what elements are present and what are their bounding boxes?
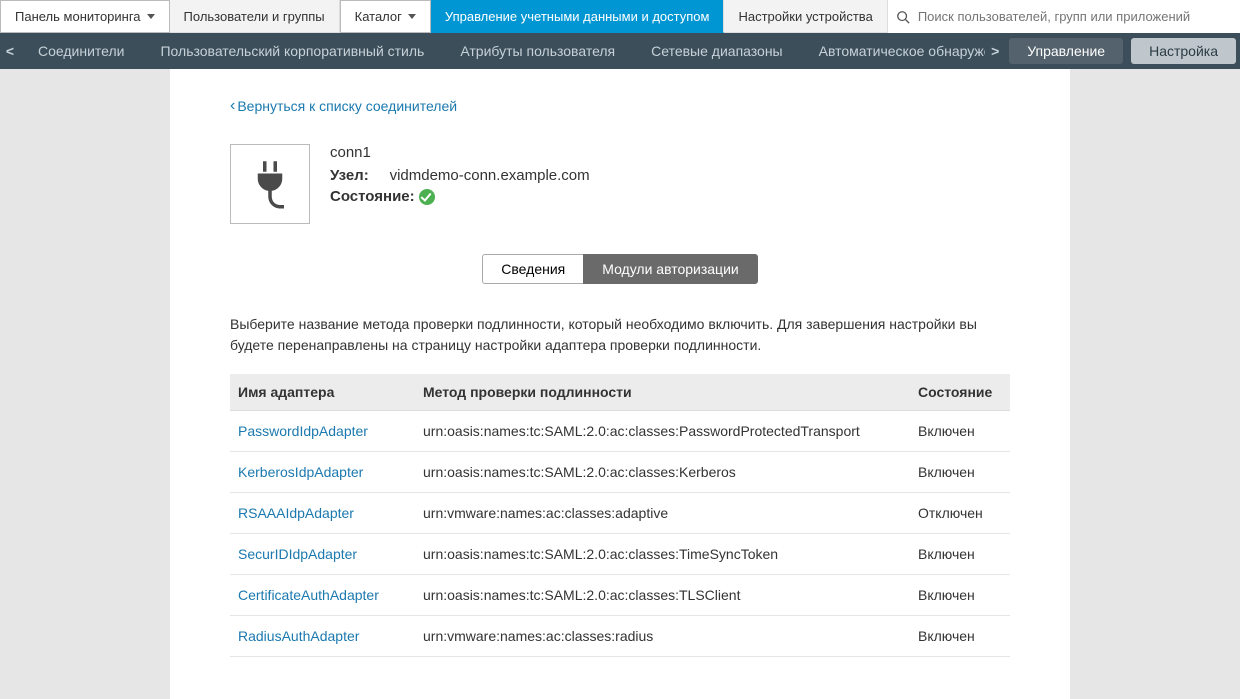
instructions-text: Выберите название метода проверки подлин… <box>230 314 1010 356</box>
plug-icon <box>242 156 298 212</box>
subnav-autodiscovery[interactable]: Автоматическое обнаружение <box>801 33 986 69</box>
top-tab-label: Управление учетными данными и доступом <box>445 9 710 24</box>
subnav-manage[interactable]: Управление <box>1009 38 1123 64</box>
chevron-left-icon: ‹ <box>230 98 235 114</box>
chevron-down-icon <box>147 14 155 19</box>
adapter-table: Имя адаптера Метод проверки подлинности … <box>230 374 1010 657</box>
tab-info[interactable]: Сведения <box>482 254 583 284</box>
subnav-configure[interactable]: Настройка <box>1131 38 1236 64</box>
adapter-link[interactable]: RadiusAuthAdapter <box>238 628 359 644</box>
search-container <box>888 0 1240 33</box>
top-tab-iam[interactable]: Управление учетными данными и доступом <box>431 0 725 33</box>
adapter-link[interactable]: RSAAAIdpAdapter <box>238 505 354 521</box>
adapter-method: urn:vmware:names:ac:classes:radius <box>415 616 910 657</box>
table-row: PasswordIdpAdapter urn:oasis:names:tc:SAM… <box>230 411 1010 452</box>
adapter-status: Включен <box>910 411 1010 452</box>
connector-icon <box>230 144 310 224</box>
table-row: SecurIDIdpAdapter urn:oasis:names:tc:SAML… <box>230 534 1010 575</box>
adapter-method: urn:oasis:names:tc:SAML:2.0:ac:classes:T… <box>415 575 910 616</box>
table-row: RadiusAuthAdapter urn:vmware:names:ac:cla… <box>230 616 1010 657</box>
status-ok-icon <box>419 189 435 205</box>
adapter-status: Включен <box>910 452 1010 493</box>
table-row: CertificateAuthAdapter urn:oasis:names:tc… <box>230 575 1010 616</box>
adapter-status: Включен <box>910 534 1010 575</box>
subnav-user-attrs[interactable]: Атрибуты пользователя <box>442 33 633 69</box>
subnav-scroll-right[interactable]: > <box>985 43 1005 59</box>
status-label: Состояние: <box>330 188 415 205</box>
top-tab-dashboard[interactable]: Панель мониторинга <box>0 0 170 33</box>
host-value: vidmdemo-conn.example.com <box>390 167 590 184</box>
top-tab-catalog[interactable]: Каталог <box>340 0 431 33</box>
adapter-status: Включен <box>910 616 1010 657</box>
adapter-link[interactable]: KerberosIdpAdapter <box>238 464 363 480</box>
page-content: ‹ Вернуться к списку соединителей conn1 … <box>170 69 1070 699</box>
detail-tabs: Сведения Модули авторизации <box>230 254 1010 284</box>
adapter-link[interactable]: SecurIDIdpAdapter <box>238 546 357 562</box>
host-label: Узел: <box>330 167 369 184</box>
top-tab-label: Пользователи и группы <box>184 9 325 24</box>
table-row: RSAAAIdpAdapter urn:vmware:names:ac:class… <box>230 493 1010 534</box>
top-tab-users[interactable]: Пользователи и группы <box>170 0 340 33</box>
adapter-status: Отключен <box>910 493 1010 534</box>
adapter-link[interactable]: CertificateAuthAdapter <box>238 587 379 603</box>
subnav-scroll-left[interactable]: < <box>0 43 20 59</box>
top-tab-label: Панель мониторинга <box>15 9 141 24</box>
chevron-down-icon <box>408 14 416 19</box>
top-tab-label: Каталог <box>355 9 402 24</box>
connector-meta: conn1 Узел: vidmdemo-conn.example.com Со… <box>330 144 590 209</box>
connector-name: conn1 <box>330 144 590 161</box>
adapter-method: urn:oasis:names:tc:SAML:2.0:ac:classes:T… <box>415 534 910 575</box>
top-nav: Панель мониторинга Пользователи и группы… <box>0 0 1240 33</box>
table-row: KerberosIdpAdapter urn:oasis:names:tc:SAM… <box>230 452 1010 493</box>
connector-header: conn1 Узел: vidmdemo-conn.example.com Со… <box>230 144 1010 224</box>
subnav-network-ranges[interactable]: Сетевые диапазоны <box>633 33 800 69</box>
tab-auth-modules[interactable]: Модули авторизации <box>583 254 757 284</box>
adapter-method: urn:vmware:names:ac:classes:adaptive <box>415 493 910 534</box>
top-tab-device[interactable]: Настройки устройства <box>724 0 887 33</box>
subnav-connectors[interactable]: Соединители <box>20 33 142 69</box>
col-adapter-name: Имя адаптера <box>230 374 415 411</box>
adapter-method: urn:oasis:names:tc:SAML:2.0:ac:classes:P… <box>415 411 910 452</box>
search-input[interactable] <box>896 5 1232 29</box>
subnav-branding[interactable]: Пользовательский корпоративный стиль <box>142 33 442 69</box>
adapter-status: Включен <box>910 575 1010 616</box>
sub-nav: < Соединители Пользовательский корпорати… <box>0 33 1240 69</box>
adapter-method: urn:oasis:names:tc:SAML:2.0:ac:classes:K… <box>415 452 910 493</box>
top-tab-label: Настройки устройства <box>738 9 872 24</box>
back-link[interactable]: ‹ Вернуться к списку соединителей <box>230 98 457 114</box>
col-auth-method: Метод проверки подлинности <box>415 374 910 411</box>
adapter-link[interactable]: PasswordIdpAdapter <box>238 423 368 439</box>
col-status: Состояние <box>910 374 1010 411</box>
back-link-label: Вернуться к списку соединителей <box>237 98 457 114</box>
search-icon <box>896 10 910 24</box>
